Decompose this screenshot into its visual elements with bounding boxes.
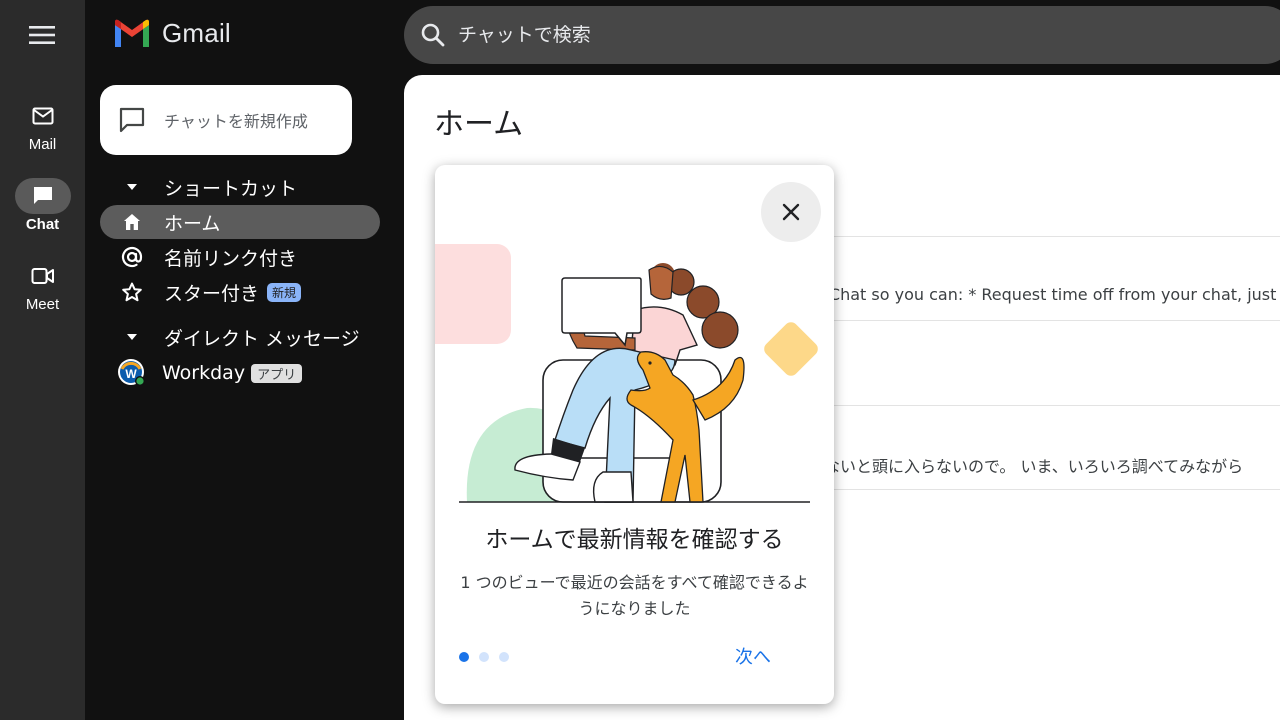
dm-item-workday-label: Workday <box>162 362 246 384</box>
conversation-snippet-1[interactable]: e Chat so you can: * Request time off fr… <box>814 285 1276 304</box>
new-badge: 新規 <box>267 282 302 302</box>
section-shortcuts-label: ショートカット <box>164 177 298 200</box>
section-shortcuts[interactable]: ショートカット <box>100 170 380 204</box>
next-button[interactable]: 次へ <box>729 641 777 671</box>
new-chat-icon <box>119 107 145 133</box>
gmail-m-icon <box>115 19 149 47</box>
at-sign-icon <box>121 246 143 268</box>
sidebar-item-mentions-label: 名前リンク付き <box>164 247 298 270</box>
popup-pointer <box>476 151 504 166</box>
star-icon <box>122 282 142 302</box>
sidebar-item-home-label: ホーム <box>164 212 221 235</box>
caret-down-icon <box>127 334 137 340</box>
search-icon <box>421 23 445 47</box>
divider <box>824 320 1280 321</box>
popup-title: ホームで最新情報を確認する <box>485 527 784 553</box>
new-chat-label: チャットを新規作成 <box>164 112 308 131</box>
page-dot[interactable] <box>479 652 489 662</box>
onboarding-illustration <box>435 244 818 503</box>
rail-item-mail[interactable]: Mail <box>0 98 85 153</box>
section-direct-messages[interactable]: ダイレクト メッセージ <box>100 320 380 354</box>
caret-down-icon <box>127 184 137 190</box>
workday-avatar: W <box>118 359 145 386</box>
rail-label-mail: Mail <box>28 136 57 153</box>
rail-label-chat: Chat <box>25 216 60 233</box>
section-dm-label: ダイレクト メッセージ <box>164 327 360 350</box>
conversation-snippet-2[interactable]: ないと頭に入らないので。 いま、いろいろ調べてみながら <box>824 453 1243 477</box>
video-camera-icon <box>31 268 54 284</box>
sidebar-item-starred[interactable]: スター付き 新規 <box>100 275 380 309</box>
page-dot[interactable] <box>499 652 509 662</box>
gmail-logo[interactable]: Gmail <box>112 18 231 49</box>
sidebar-item-home[interactable]: ホーム <box>100 205 380 239</box>
rail-item-meet[interactable]: Meet <box>0 258 85 313</box>
app-rail: Mail Chat Meet <box>0 0 85 720</box>
divider <box>824 236 1280 237</box>
new-chat-button[interactable]: チャットを新規作成 <box>100 85 352 155</box>
app-name: Gmail <box>162 18 231 48</box>
sidebar-item-starred-label: スター付き <box>164 282 260 305</box>
search-input[interactable] <box>458 24 1058 46</box>
divider <box>824 405 1280 406</box>
popup-description: 1 つのビューで最近の会話をすべて確認できるようになりました <box>460 573 809 618</box>
page-title: ホーム <box>434 107 524 142</box>
close-button[interactable] <box>761 182 821 242</box>
close-icon <box>782 203 800 221</box>
chat-icon <box>33 187 52 204</box>
pagination-dots <box>459 652 519 662</box>
online-status-dot <box>136 377 144 385</box>
rail-item-chat[interactable]: Chat <box>0 178 85 233</box>
rail-label-meet: Meet <box>25 296 60 313</box>
hamburger-icon <box>29 26 55 44</box>
page-dot-active[interactable] <box>459 652 469 662</box>
sidebar-item-mentions[interactable]: 名前リンク付き <box>100 240 380 274</box>
main-menu-button[interactable] <box>22 18 62 52</box>
divider <box>824 489 1280 490</box>
onboarding-popup: ホームで最新情報を確認する 1 つのビューで最近の会話をすべて確認できるようにな… <box>435 165 834 704</box>
dm-item-workday[interactable]: W Workday アプリ <box>100 356 380 390</box>
mail-icon <box>32 107 53 125</box>
home-icon <box>124 214 140 230</box>
app-badge: アプリ <box>251 363 303 383</box>
search-bar[interactable] <box>404 6 1280 64</box>
